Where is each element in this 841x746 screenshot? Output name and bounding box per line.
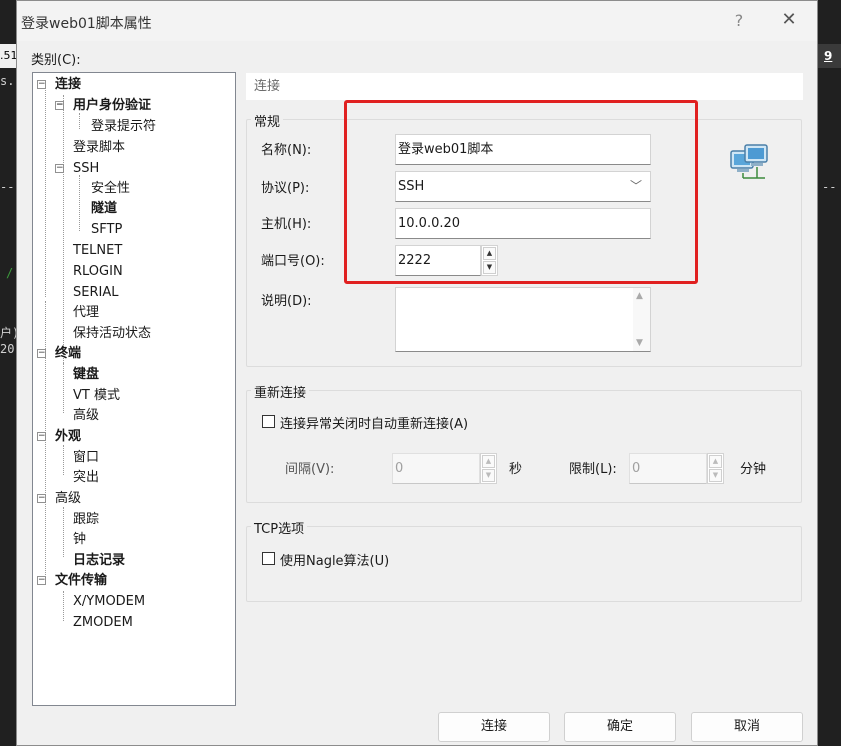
tree-item-telnet[interactable]: TELNET xyxy=(73,241,122,261)
tree-item-serial[interactable]: SERIAL xyxy=(73,283,118,303)
tree-item-security[interactable]: 安全性 xyxy=(91,179,130,199)
interval-input[interactable]: 0 xyxy=(392,453,480,484)
collapse-icon[interactable]: − xyxy=(55,101,64,110)
interval-spinner[interactable]: ▲ ▼ xyxy=(480,453,497,484)
collapse-icon[interactable]: − xyxy=(37,576,46,585)
tree-item-login-prompt[interactable]: 登录提示符 xyxy=(91,117,156,137)
spin-up-icon[interactable]: ▲ xyxy=(709,455,722,468)
terminal-text-fragment: -- xyxy=(822,180,837,194)
tree-item-vt-mode[interactable]: VT 模式 xyxy=(73,386,120,406)
spin-up-icon[interactable]: ▲ xyxy=(482,455,495,468)
tree-item-rlogin[interactable]: RLOGIN xyxy=(73,262,123,282)
tree-item-proxy[interactable]: 代理 xyxy=(73,303,99,323)
session-properties-dialog: 登录web01脚本属性 ? ✕ 类别(C): − 连接 − 用户身份验证 登录提… xyxy=(16,0,818,746)
scroll-up-icon[interactable]: ▲ xyxy=(636,291,643,301)
tree-item-login-script[interactable]: 登录脚本 xyxy=(73,138,125,158)
terminal-text-fragment: / xyxy=(6,266,14,280)
category-tree[interactable]: − 连接 − 用户身份验证 登录提示符 登录脚本 − SSH 安全性 隧道 SF… xyxy=(32,72,236,706)
dialog-titlebar[interactable]: 登录web01脚本属性 ? ✕ xyxy=(17,1,817,41)
tcp-group-title: TCP选项 xyxy=(251,518,308,537)
port-input[interactable]: 2222 xyxy=(395,245,481,276)
description-textarea[interactable]: ▲ ▼ xyxy=(395,287,651,352)
limit-input[interactable]: 0 xyxy=(629,453,707,484)
spin-down-icon[interactable]: ▼ xyxy=(482,469,495,482)
background-tab-left[interactable]: .51 xyxy=(0,44,18,68)
tree-item-sftp[interactable]: SFTP xyxy=(91,220,122,240)
limit-unit: 分钟 xyxy=(740,462,767,477)
spin-down-icon[interactable]: ▼ xyxy=(709,469,722,482)
reconnect-group-title: 重新连接 xyxy=(251,382,310,401)
host-input[interactable]: 10.0.0.20 xyxy=(395,208,651,239)
category-label: 类别(C): xyxy=(31,53,81,68)
spin-up-icon[interactable]: ▲ xyxy=(483,247,496,260)
dialog-title: 登录web01脚本属性 xyxy=(21,16,152,32)
host-label: 主机(H): xyxy=(261,217,312,232)
general-group-title: 常规 xyxy=(251,111,284,130)
tree-item-terminal-advanced[interactable]: 高级 xyxy=(73,406,99,426)
terminal-text-fragment: s. xyxy=(0,74,15,88)
tree-item-trace[interactable]: 跟踪 xyxy=(73,510,99,530)
chevron-down-icon: ﹀ xyxy=(629,179,642,193)
close-icon[interactable]: ✕ xyxy=(777,9,801,30)
port-spinner[interactable]: ▲ ▼ xyxy=(481,245,498,276)
collapse-icon[interactable]: − xyxy=(37,432,46,441)
tree-item-tunnel[interactable]: 隧道 xyxy=(91,199,117,219)
tree-item-zmodem[interactable]: ZMODEM xyxy=(73,613,133,633)
tree-item-logging[interactable]: 日志记录 xyxy=(73,551,125,571)
tree-item-window[interactable]: 窗口 xyxy=(73,448,99,468)
collapse-icon[interactable]: − xyxy=(37,349,46,358)
port-label: 端口号(O): xyxy=(261,254,325,269)
connect-button[interactable]: 连接 xyxy=(438,712,550,742)
limit-spinner[interactable]: ▲ ▼ xyxy=(707,453,724,484)
name-label: 名称(N): xyxy=(261,143,312,158)
description-label: 说明(D): xyxy=(261,294,312,309)
tree-item-bell[interactable]: 钟 xyxy=(73,530,86,550)
terminal-text-fragment: -- xyxy=(0,180,15,194)
auto-reconnect-checkbox[interactable] xyxy=(262,415,275,428)
scroll-down-icon[interactable]: ▼ xyxy=(636,338,643,348)
tree-item-xymodem[interactable]: X/YMODEM xyxy=(73,592,145,612)
network-computers-icon xyxy=(730,144,768,179)
tree-item-keyboard[interactable]: 键盘 xyxy=(73,365,99,385)
nagle-checkbox[interactable] xyxy=(262,552,275,565)
interval-unit: 秒 xyxy=(509,462,523,477)
reconnect-group xyxy=(246,390,802,503)
collapse-icon[interactable]: − xyxy=(37,80,46,89)
tree-item-keepalive[interactable]: 保持活动状态 xyxy=(73,324,151,344)
auto-reconnect-label[interactable]: 连接异常关闭时自动重新连接(A) xyxy=(280,413,468,432)
description-scrollbar[interactable]: ▲ ▼ xyxy=(633,288,650,351)
interval-label: 间隔(V): xyxy=(285,462,335,477)
limit-label: 限制(L): xyxy=(569,462,617,477)
section-header: 连接 xyxy=(246,73,803,100)
cancel-button[interactable]: 取消 xyxy=(691,712,803,742)
terminal-text-fragment: 20 xyxy=(0,342,15,356)
help-icon[interactable]: ? xyxy=(729,11,749,30)
tree-item-highlight[interactable]: 突出 xyxy=(73,468,99,488)
name-input[interactable]: 登录web01脚本 xyxy=(395,134,651,165)
nagle-label[interactable]: 使用Nagle算法(U) xyxy=(280,550,389,569)
protocol-select[interactable]: SSH ﹀ xyxy=(395,171,651,202)
collapse-icon[interactable]: − xyxy=(37,494,46,503)
protocol-value: SSH xyxy=(398,179,425,194)
collapse-icon[interactable]: − xyxy=(55,164,64,173)
ok-button[interactable]: 确定 xyxy=(564,712,676,742)
protocol-label: 协议(P): xyxy=(261,181,310,196)
spin-down-icon[interactable]: ▼ xyxy=(483,261,496,274)
background-tab-right[interactable]: 9 xyxy=(818,44,841,68)
